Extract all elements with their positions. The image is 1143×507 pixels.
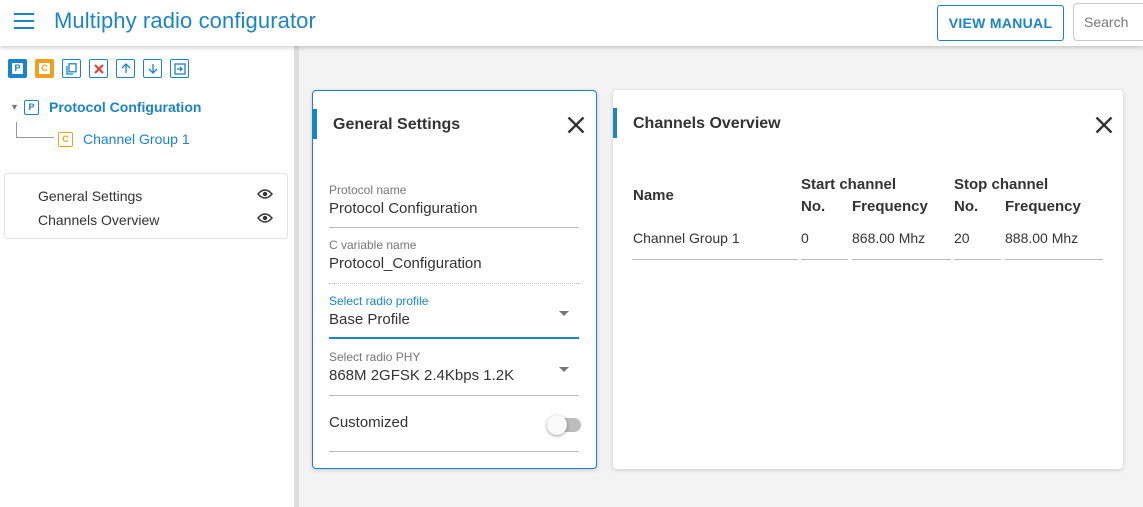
add-protocol-button[interactable]: P (8, 59, 27, 78)
copy-icon (66, 62, 77, 75)
column-header-stop-frequency: Frequency (1005, 198, 1081, 215)
move-down-button[interactable] (143, 59, 162, 78)
close-icon[interactable] (1095, 116, 1113, 134)
cell-start-no: 0 (801, 230, 809, 246)
channel-badge-icon: C (39, 63, 50, 74)
sidebar: P C ▼ P Protocol Configuration C Channel… (0, 46, 294, 507)
cell-name: Channel Group 1 (633, 230, 740, 246)
import-button[interactable] (170, 59, 189, 78)
column-header-start-channel: Start channel (801, 176, 897, 193)
field-underline (329, 227, 579, 228)
field-value[interactable]: Base Profile (329, 311, 579, 328)
close-icon (93, 63, 104, 74)
field-label: Customized (329, 414, 409, 431)
chevron-down-icon[interactable] (559, 311, 569, 316)
c-variable-name-field[interactable]: C variable name Protocol_Configuration (329, 238, 579, 284)
add-channel-button[interactable]: C (35, 59, 54, 78)
tree-connector (16, 122, 54, 138)
eye-icon[interactable] (257, 213, 273, 223)
toggle-knob (547, 415, 567, 435)
copy-button[interactable] (62, 59, 81, 78)
field-underline (329, 337, 579, 339)
field-underline (329, 451, 579, 452)
field-value[interactable]: Protocol Configuration (329, 200, 579, 217)
protocol-badge-icon: P (24, 99, 39, 115)
customized-field: Customized (329, 414, 581, 452)
cell-underline (632, 259, 798, 260)
column-header-stop-channel: Stop channel (954, 176, 1049, 193)
cell-start-frequency: 868.00 Mhz (852, 230, 926, 246)
channels-overview-panel: Channels Overview Name Start channel Sto… (613, 90, 1123, 469)
view-item-channels-overview[interactable]: Channels Overview (38, 212, 159, 228)
field-label: Select radio PHY (329, 350, 421, 364)
tree-node-label: Protocol Configuration (49, 99, 202, 115)
column-header-start-frequency: Frequency (852, 198, 928, 215)
radio-profile-select[interactable]: Select radio profile Base Profile (329, 294, 579, 339)
field-underline (329, 283, 579, 284)
app-title: Multiphy radio configurator (54, 8, 316, 33)
panel-accent-bar (313, 109, 317, 139)
cell-stop-no: 20 (954, 230, 970, 246)
column-header-name: Name (633, 187, 674, 204)
search-input[interactable] (1073, 3, 1143, 41)
view-item-general-settings[interactable]: General Settings (38, 188, 142, 204)
tree-node-protocol[interactable]: ▼ P Protocol Configuration (10, 96, 201, 118)
channel-badge-icon: C (58, 131, 73, 147)
tree-node-label: Channel Group 1 (83, 131, 190, 147)
field-value[interactable]: Protocol_Configuration (329, 255, 579, 272)
tree-node-channel-group[interactable]: C Channel Group 1 (58, 128, 201, 150)
cell-underline (954, 259, 1001, 260)
caret-down-icon[interactable]: ▼ (10, 102, 24, 112)
protocol-name-field[interactable]: Protocol name Protocol Configuration (329, 183, 579, 228)
move-up-button[interactable] (116, 59, 135, 78)
cell-underline (801, 259, 848, 260)
field-label: Protocol name (329, 183, 407, 197)
delete-button[interactable] (89, 59, 108, 78)
view-manual-button[interactable]: VIEW MANUAL (937, 5, 1064, 41)
tree-toolbar: P C (8, 59, 189, 78)
radio-phy-select[interactable]: Select radio PHY 868M 2GFSK 2.4Kbps 1.2K (329, 350, 579, 396)
cell-underline (1005, 259, 1103, 260)
panel-title: General Settings (333, 116, 461, 133)
protocol-badge-icon: P (12, 63, 23, 74)
cell-underline (852, 259, 951, 260)
cell-stop-frequency: 888.00 Mhz (1005, 230, 1079, 246)
import-icon (173, 62, 186, 75)
eye-icon[interactable] (257, 189, 273, 199)
menu-icon[interactable] (14, 13, 34, 29)
close-icon[interactable] (567, 116, 585, 134)
app-header: Multiphy radio configurator VIEW MANUAL (0, 0, 1143, 46)
column-header-start-no: No. (801, 198, 826, 215)
general-settings-panel: General Settings Protocol name Protocol … (312, 90, 597, 469)
customized-toggle[interactable] (547, 415, 581, 435)
panel-accent-bar (613, 108, 617, 138)
panel-title: Channels Overview (633, 115, 781, 132)
field-label: Select radio profile (329, 294, 429, 308)
views-list: General Settings Channels Overview (4, 173, 288, 239)
arrow-down-icon (148, 64, 157, 74)
field-value[interactable]: 868M 2GFSK 2.4Kbps 1.2K (329, 367, 579, 384)
field-label: C variable name (329, 238, 417, 252)
chevron-down-icon[interactable] (559, 367, 569, 372)
column-header-stop-no: No. (954, 198, 979, 215)
sidebar-resize-handle[interactable] (294, 46, 299, 507)
field-underline (329, 395, 579, 396)
arrow-up-icon (121, 63, 130, 73)
